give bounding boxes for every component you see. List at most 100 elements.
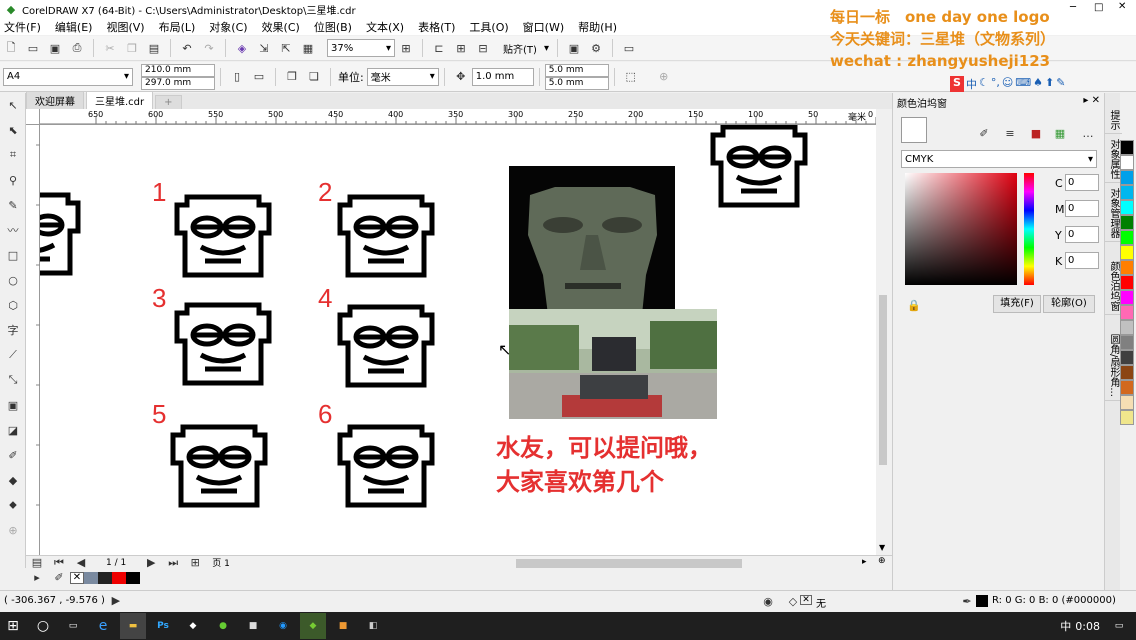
swatch-slate[interactable] [84,571,98,584]
lock-icon[interactable]: 🔒 [906,297,922,313]
y-input[interactable]: 0 [1065,226,1099,243]
menu-text[interactable]: 文本(X) [366,19,404,35]
swatch-dark[interactable] [98,571,112,584]
cut-icon[interactable]: ✂ [102,40,118,56]
ime-keyboard-icon[interactable]: ⌨ [1015,76,1031,92]
show-guidelines-icon[interactable]: ⊟ [475,40,491,56]
search-content-icon[interactable]: ◈ [234,40,250,56]
zoom-tool-icon[interactable]: ⚲ [5,172,21,188]
connector-tool-icon[interactable]: ⤡ [5,372,21,388]
next-page-icon[interactable]: ▶ [143,555,159,571]
outline-button[interactable]: 轮廓(O) [1043,295,1095,313]
palette-swatch[interactable] [1120,155,1134,170]
app-icon-2[interactable]: ● [210,613,236,639]
logo-variant-1[interactable] [177,197,269,275]
fill-button[interactable]: 填充(F) [993,295,1041,313]
artistic-media-icon[interactable]: 〰 [5,222,21,238]
logo-partial[interactable] [40,195,78,273]
menu-edit[interactable]: 编辑(E) [55,19,93,35]
palette-swatch[interactable] [1120,230,1134,245]
logo-variant-2[interactable] [340,197,432,275]
explorer-icon[interactable]: ▬ [120,613,146,639]
nudge-input[interactable]: 1.0 mm [471,67,534,86]
ime-up-icon[interactable]: ⬆ [1045,76,1054,92]
current-page-icon[interactable]: ❏ [306,69,322,85]
eyedropper-icon[interactable]: ✐ [976,125,992,141]
smart-fill-icon[interactable]: ⬥ [5,497,21,513]
tab-document[interactable]: 三星堆.cdr [86,91,154,109]
palette-swatch[interactable] [1120,290,1134,305]
drop-shadow-icon[interactable]: ▣ [5,397,21,413]
parallel-dimension-icon[interactable]: ⟋ [5,347,21,363]
k-input[interactable]: 0 [1065,252,1099,269]
app-icon-3[interactable]: ■ [240,613,266,639]
swatch-red[interactable] [112,571,126,584]
interactive-fill-icon[interactable]: ◆ [5,472,21,488]
app-icon-1[interactable]: ◆ [180,613,206,639]
edge-icon[interactable]: e [90,613,116,639]
menu-effects[interactable]: 效果(C) [262,19,300,35]
all-pages-icon[interactable]: ❐ [284,69,300,85]
palette-swatch[interactable] [1120,260,1134,275]
start-icon[interactable]: ⊞ [0,613,26,639]
app-icon-6[interactable]: ◧ [360,613,386,639]
menu-object[interactable]: 对象(C) [209,19,247,35]
ellipse-tool-icon[interactable]: ○ [5,272,21,288]
palette-swatch[interactable] [1120,185,1134,200]
landscape-icon[interactable]: ▭ [251,69,267,85]
palette-arrow-icon[interactable]: ▸ [29,570,45,586]
color-proof-icon[interactable]: ◉ [760,593,776,609]
scroll-right-icon[interactable]: ▸ [862,557,867,567]
rectangle-tool-icon[interactable]: □ [5,247,21,263]
prev-page-icon[interactable]: ◀ [73,555,89,571]
save-icon[interactable]: ▣ [47,40,63,56]
menu-tools[interactable]: 工具(O) [469,19,508,35]
ime-moon-icon[interactable]: ☾ [979,76,989,92]
drawing-canvas[interactable]: 1 2 3 4 5 6 水友，可以提问哦， 大家喜欢第几个 ↖ [40,125,876,555]
horizontal-ruler[interactable]: 650 600 550 500 450 400 350 300 250 200 150 100 50 0 … [40,109,876,125]
add-icon[interactable]: ⊕ [656,69,672,85]
new-tab-icon[interactable]: + [155,95,182,109]
menu-help[interactable]: 帮助(H) [578,19,617,35]
import-icon[interactable]: ⇲ [256,40,272,56]
snap-to-dropdown[interactable]: 贴齐(T) ▾ [500,39,552,57]
ime-skin-icon[interactable]: ♠ [1033,76,1043,92]
palette-swatch[interactable] [1120,335,1134,350]
sogou-icon[interactable]: S [950,76,964,92]
docker-close-icon[interactable]: ▸ ✕ [1083,95,1100,110]
units-select[interactable]: 毫米 ▾ [366,67,439,86]
app-icon-4[interactable]: ◉ [270,613,296,639]
welcome-screen-icon[interactable]: ▣ [566,40,582,56]
palette-swatch[interactable] [1120,200,1134,215]
coreldraw-taskbar-icon[interactable]: ◆ [300,613,326,639]
menu-layout[interactable]: 布局(L) [159,19,196,35]
bronze-mask-photo[interactable] [509,166,675,331]
first-page-icon[interactable]: ⏮ [51,555,67,571]
no-color-swatch[interactable]: ✕ [70,571,84,584]
page-width-input[interactable]: 210.0 mm [141,63,215,77]
print-icon[interactable]: ⎙ [69,40,85,56]
color-model-select[interactable]: CMYK ▾ [901,150,1097,168]
add-tool-icon[interactable]: ⊕ [5,522,21,538]
crop-tool-icon[interactable]: ⌗ [5,147,21,163]
palette-swatch[interactable] [1120,245,1134,260]
new-icon[interactable]: 🗋 [3,40,19,56]
palette-swatch[interactable] [1120,170,1134,185]
m-input[interactable]: 0 [1065,200,1099,217]
page-size-select[interactable]: A4 ▾ [3,67,133,86]
last-page-icon[interactable]: ⏭ [165,555,181,571]
hue-slider[interactable] [1024,173,1034,285]
undo-icon[interactable]: ↶ [179,40,195,56]
task-view-icon[interactable]: ▭ [60,613,86,639]
page-height-input[interactable]: 297.0 mm [141,76,215,90]
full-screen-icon[interactable]: ⊞ [398,40,414,56]
paste-icon[interactable]: ▤ [146,40,162,56]
cortana-icon[interactable]: ○ [30,613,56,639]
vertical-scrollbar[interactable]: ▼ [876,125,890,555]
color-picker-square[interactable] [905,173,1017,285]
pick-tool-icon[interactable]: ↖ [5,97,21,113]
c-input[interactable]: 0 [1065,174,1099,191]
color-viewer-icon[interactable]: ■ [1028,125,1044,141]
tab-welcome[interactable]: 欢迎屏幕 [26,91,84,109]
zoom-nav-icon[interactable]: ⊕ [878,556,886,566]
